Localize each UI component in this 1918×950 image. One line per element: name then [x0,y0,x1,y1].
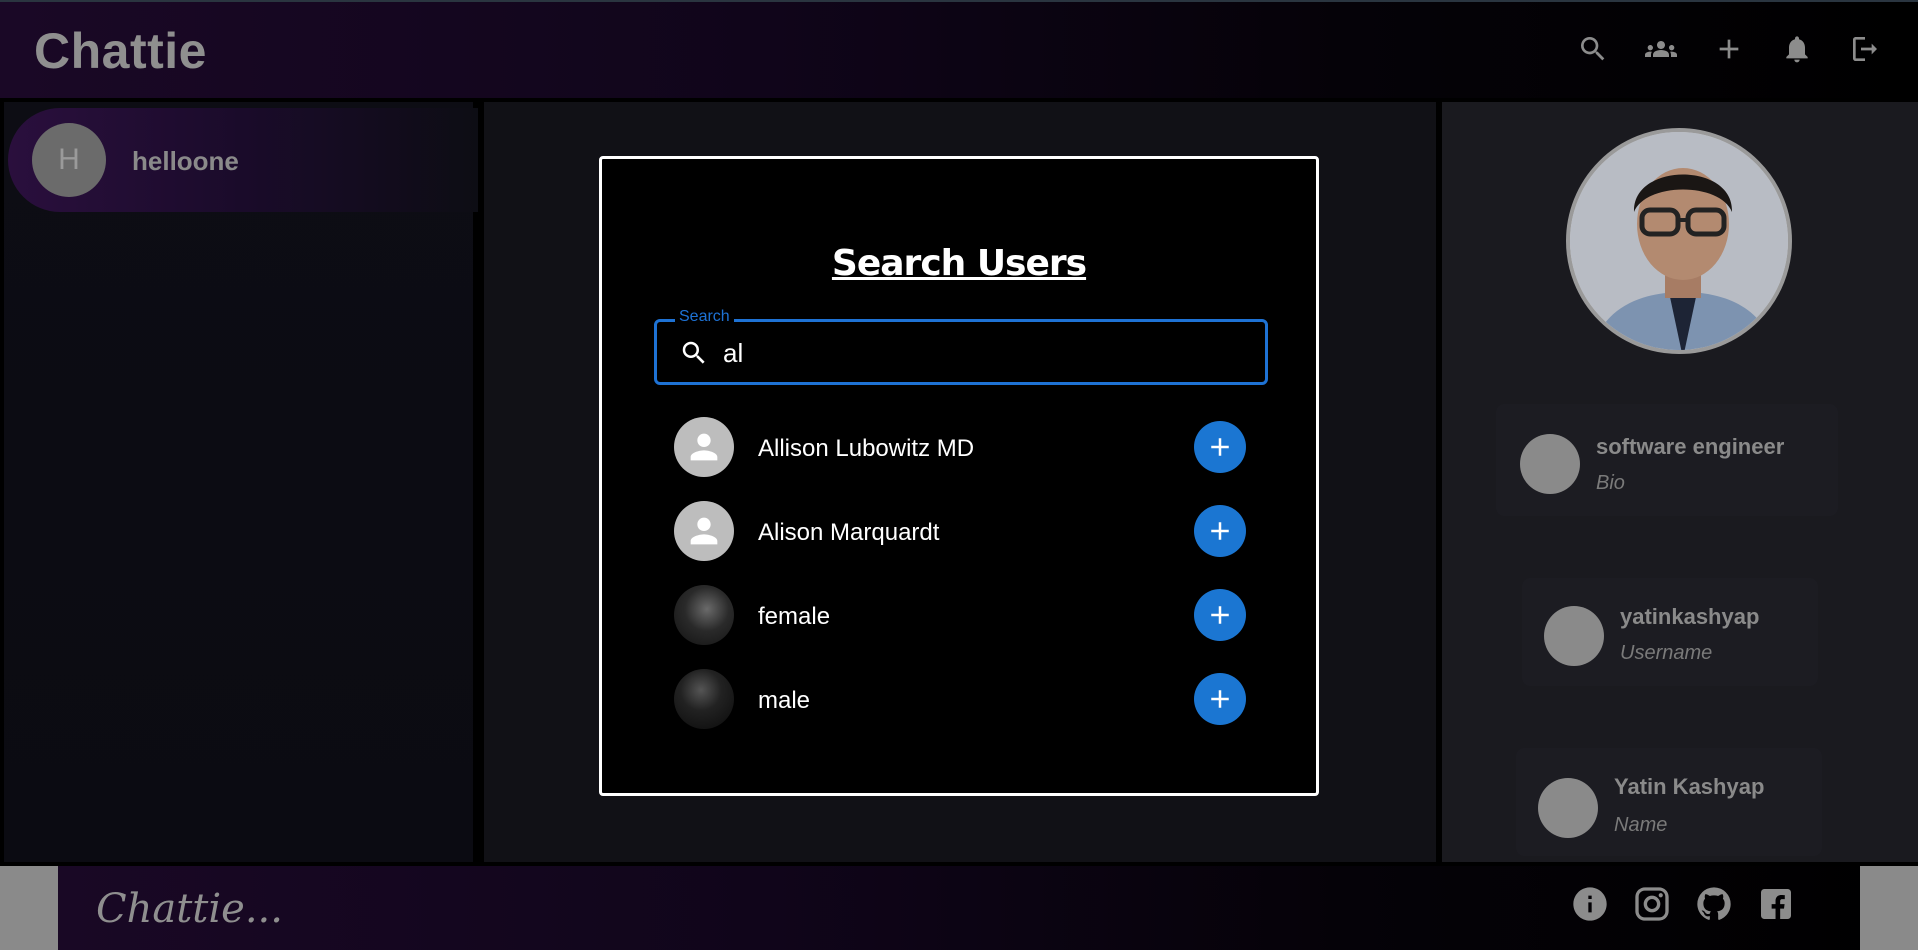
plus-icon [1211,438,1229,456]
username-value: yatinkashyap [1620,604,1760,629]
search-field[interactable]: Search [654,308,1268,385]
chat-list-panel: H helloone [4,102,478,862]
search-label: Search [675,308,734,326]
instagram-icon[interactable] [1632,884,1672,924]
profile-picture [1566,128,1792,354]
search-results: Allison Lubowitz MD Alison Marquardt fem… [674,407,1264,743]
chat-name: helloone [132,146,239,176]
bio-label: Bio [1596,472,1625,494]
bio-value: software engineer [1596,434,1785,459]
user-name: Allison Lubowitz MD [758,435,975,462]
bio-card: software engineer Bio [1496,404,1838,516]
modal-title: Search Users [831,243,1087,284]
footer-brand: Chattie... [96,886,283,932]
plus-icon[interactable] [1712,32,1746,66]
profile-panel: software engineer Bio yatinkashyap Usern… [1442,102,1918,862]
footer-icons [1570,884,1796,924]
list-item[interactable]: Alison Marquardt [674,491,1264,575]
avatar [674,501,734,561]
github-icon[interactable] [1694,884,1734,924]
list-item[interactable]: female [674,575,1264,659]
avatar: H [32,123,106,197]
search-input[interactable] [723,337,1243,369]
add-user-button[interactable] [1194,421,1246,473]
logout-icon[interactable] [1848,32,1882,66]
facebook-icon[interactable] [1756,884,1796,924]
name-card: Yatin Kashyap Name [1516,748,1822,856]
search-users-modal: Search Users Search Allison Lubowitz MD [599,156,1319,796]
list-item[interactable]: Allison Lubowitz MD [674,407,1264,491]
top-icons [1576,32,1882,66]
name-value: Yatin Kashyap [1614,774,1765,799]
app: Chattie H helloone Search Users Search a… [0,0,1918,950]
avatar [1520,434,1580,494]
footer: Chattie... [0,866,1918,950]
user-name: Alison Marquardt [758,519,940,546]
person-icon [690,433,718,461]
add-user-button[interactable] [1194,505,1246,557]
add-user-button[interactable] [1194,673,1246,725]
avatar [674,417,734,477]
footer-right-block [1860,866,1918,950]
list-item[interactable]: male [674,659,1264,743]
username-card: yatinkashyap Username [1522,578,1818,686]
plus-icon [1211,606,1229,624]
user-name: female [758,603,831,630]
group-icon[interactable] [1644,32,1678,66]
info-icon[interactable] [1570,884,1610,924]
top-bar: Chattie [0,0,1918,98]
username-label: Username [1620,642,1713,664]
avatar [1544,606,1604,666]
bell-icon[interactable] [1780,32,1814,66]
add-user-button[interactable] [1194,589,1246,641]
plus-icon [1211,522,1229,540]
name-label: Name [1614,814,1668,836]
avatar [1538,778,1598,838]
avatar [674,585,734,645]
chat-item[interactable]: H helloone [8,108,478,212]
person-icon [690,517,718,545]
user-name: male [758,687,811,714]
search-icon[interactable] [1576,32,1610,66]
avatar [674,669,734,729]
plus-icon [1211,690,1229,708]
app-brand: Chattie [34,23,207,79]
search-icon [679,338,709,368]
footer-left-block [0,866,58,950]
